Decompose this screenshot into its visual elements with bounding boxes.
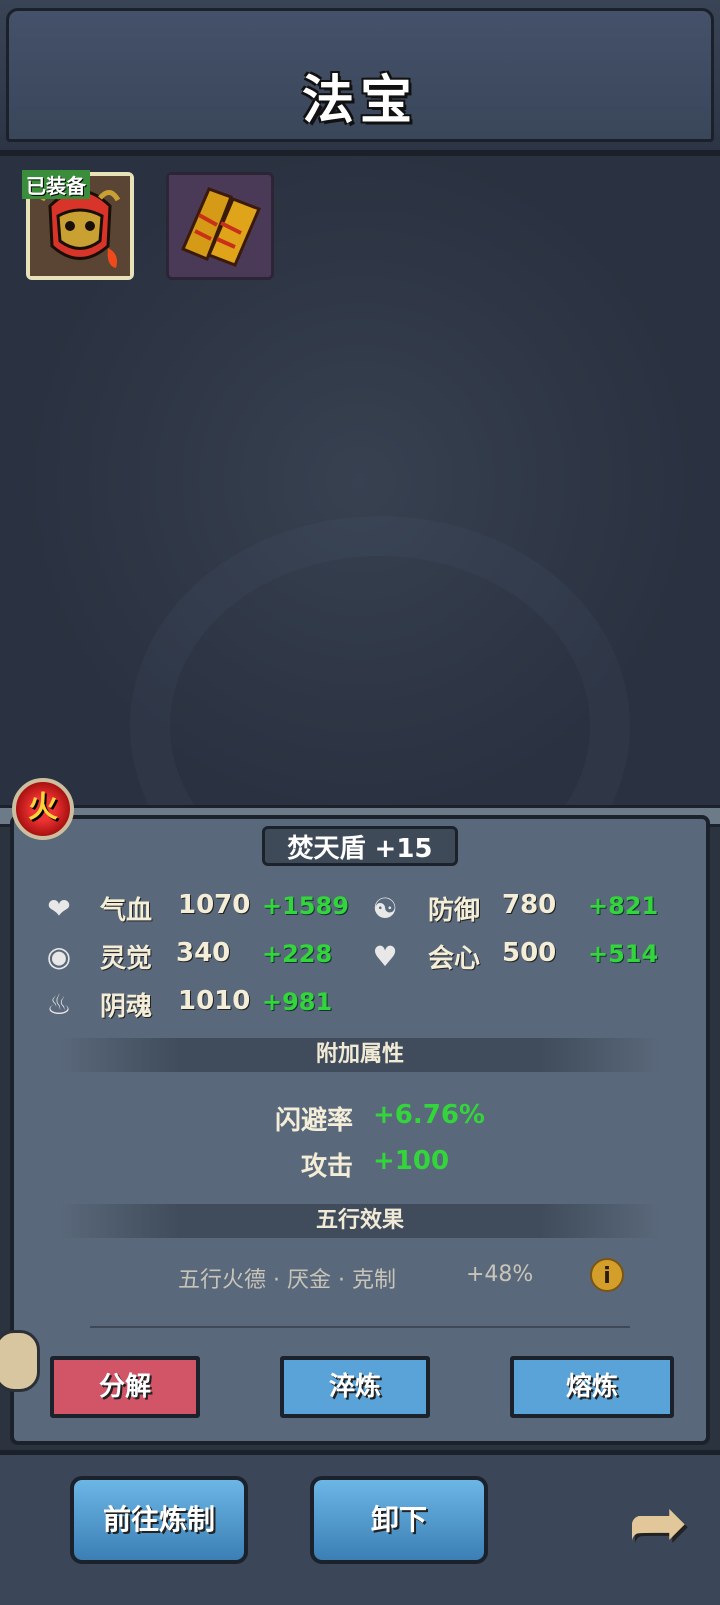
stat-label-defense: 防御 bbox=[428, 896, 481, 926]
stat-value-crit: 500 bbox=[502, 938, 557, 968]
stat-value-perception: 340 bbox=[176, 938, 231, 968]
five-elements-value: +48% bbox=[466, 1262, 534, 1287]
eye-icon: ◉ bbox=[46, 940, 72, 973]
stat-value-soul: 1010 bbox=[178, 986, 251, 1016]
stat-bonus-soul: +981 bbox=[262, 988, 333, 1016]
stat-value-defense: 780 bbox=[502, 890, 557, 920]
treasure-name: 焚天盾 +15 bbox=[262, 826, 458, 866]
equipped-badge: 已装备 bbox=[22, 170, 90, 199]
extra-attributes-header: 附加属性 bbox=[60, 1038, 660, 1072]
stat-value-hp: 1070 bbox=[178, 890, 251, 920]
temper-button[interactable]: 淬炼 bbox=[280, 1356, 430, 1418]
back-arrow-icon[interactable]: ➦ bbox=[618, 1480, 698, 1564]
heart-cross-icon: ♥ bbox=[372, 940, 398, 973]
decompose-button[interactable]: 分解 bbox=[50, 1356, 200, 1418]
stat-bonus-perception: +228 bbox=[262, 940, 333, 968]
extra-value-dodge: +6.76% bbox=[373, 1100, 485, 1130]
heart-icon: ❤ bbox=[47, 892, 71, 925]
extra-value-attack: +100 bbox=[373, 1146, 450, 1176]
five-elements-effect: 五行火德 · 厌金 · 克制 bbox=[178, 1268, 396, 1293]
spirit-flame-icon: ♨ bbox=[46, 988, 72, 1021]
panel-divider bbox=[90, 1326, 630, 1328]
stat-label-crit: 会心 bbox=[428, 944, 481, 974]
stat-label-perception: 灵觉 bbox=[100, 944, 153, 974]
stat-bonus-hp: +1589 bbox=[262, 892, 349, 920]
info-icon[interactable]: i bbox=[590, 1258, 624, 1292]
side-avatar[interactable] bbox=[0, 1330, 40, 1392]
fire-element-badge: 火 bbox=[12, 778, 74, 840]
stat-label-hp: 气血 bbox=[100, 896, 153, 926]
yin-yang-icon: ☯ bbox=[372, 892, 398, 925]
talisman-scroll-icon bbox=[169, 175, 269, 275]
smelt-button[interactable]: 熔炼 bbox=[510, 1356, 674, 1418]
unequip-button[interactable]: 卸下 bbox=[310, 1476, 488, 1564]
page-title: 法宝 bbox=[301, 71, 418, 131]
treasure-slot-2[interactable] bbox=[166, 172, 274, 280]
goto-forge-button[interactable]: 前往炼制 bbox=[70, 1476, 248, 1564]
extra-label-dodge: 闪避率 bbox=[275, 1106, 354, 1136]
extra-label-attack: 攻击 bbox=[301, 1152, 354, 1182]
stat-label-soul: 阴魂 bbox=[100, 992, 153, 1022]
five-elements-header: 五行效果 bbox=[60, 1204, 660, 1238]
stat-bonus-defense: +821 bbox=[588, 892, 659, 920]
stat-bonus-crit: +514 bbox=[588, 940, 659, 968]
